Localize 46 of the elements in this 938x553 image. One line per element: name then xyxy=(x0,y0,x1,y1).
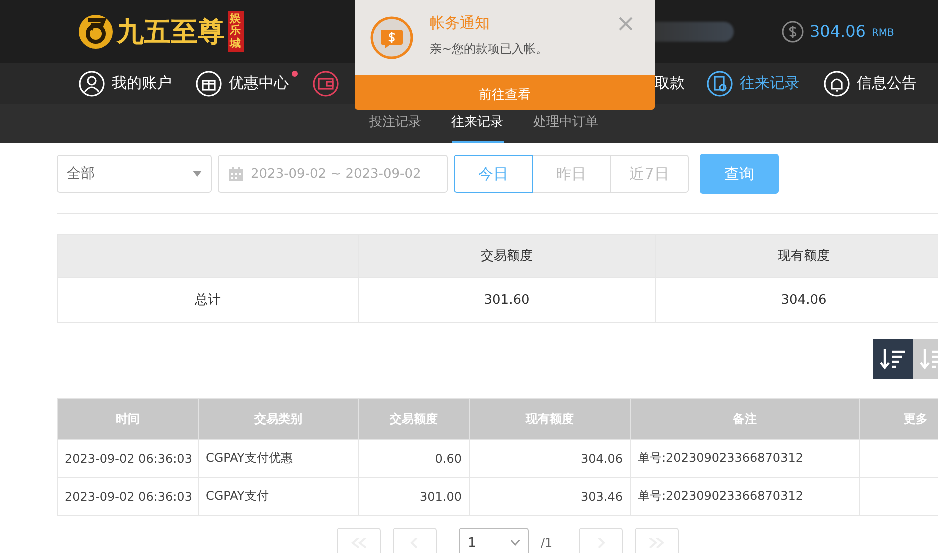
nav-item[interactable]: 往来记录 xyxy=(707,70,800,96)
logo-badge: 娱乐城 xyxy=(228,11,244,52)
balance-amount: 304.06 xyxy=(810,22,866,41)
table-cell: 303.46 xyxy=(470,478,630,516)
bell-icon xyxy=(824,70,850,96)
document-icon xyxy=(707,70,733,96)
logo-text: 九五至尊 xyxy=(117,16,225,50)
type-select[interactable]: 全部 xyxy=(57,155,212,193)
toast-message: 亲~您的款项已入帐。 xyxy=(430,40,548,58)
sort-descending-button[interactable] xyxy=(873,339,913,379)
first-page-button[interactable] xyxy=(337,528,381,553)
page-select[interactable]: 1 xyxy=(459,528,529,553)
sort-icon xyxy=(880,347,906,371)
table-cell: 单号:202309023366870312 xyxy=(630,440,860,478)
table-cell: 总计 xyxy=(58,278,358,322)
dollar-icon xyxy=(782,20,804,42)
dropdown-caret-icon xyxy=(193,171,202,177)
table-cell: 0.60 xyxy=(358,440,470,478)
user-icon xyxy=(79,70,105,96)
table-cell: 301.60 xyxy=(358,278,656,322)
table-header-cell: 现有额度 xyxy=(656,234,938,278)
table-header-cell: 交易额度 xyxy=(358,234,656,278)
nav-item[interactable]: 优惠中心 xyxy=(196,70,289,96)
table-cell: CGPAY支付 xyxy=(198,478,358,516)
logo-icon xyxy=(78,14,114,50)
toast-title: 帐务通知 xyxy=(430,14,491,32)
calendar-icon xyxy=(228,166,244,182)
page-total: /1 xyxy=(541,536,553,550)
table-cell: 2023-09-02 06:36:03 xyxy=(58,440,198,478)
table-cell: 304.06 xyxy=(470,440,630,478)
last-page-button[interactable] xyxy=(634,528,679,553)
dropdown-caret-icon xyxy=(511,540,520,546)
table-cell: 2023-09-02 06:36:03 xyxy=(58,478,198,516)
wallet-icon[interactable] xyxy=(313,70,339,96)
previous-page-button[interactable] xyxy=(393,528,437,553)
table-cell: 单号:202309023366870312 xyxy=(630,478,860,516)
message-icon xyxy=(370,16,414,60)
balance-currency: RMB xyxy=(872,28,894,38)
table-cell: 301.00 xyxy=(358,478,470,516)
table-cell: CGPAY支付优惠 xyxy=(198,440,358,478)
nav-item[interactable]: 我的账户 xyxy=(79,70,172,96)
next-page-button[interactable] xyxy=(578,528,623,553)
nav-item[interactable]: 取款 xyxy=(655,74,685,93)
gift-icon xyxy=(196,70,222,96)
nav-item[interactable]: 信息公告 xyxy=(824,70,917,96)
close-icon[interactable] xyxy=(619,17,633,31)
